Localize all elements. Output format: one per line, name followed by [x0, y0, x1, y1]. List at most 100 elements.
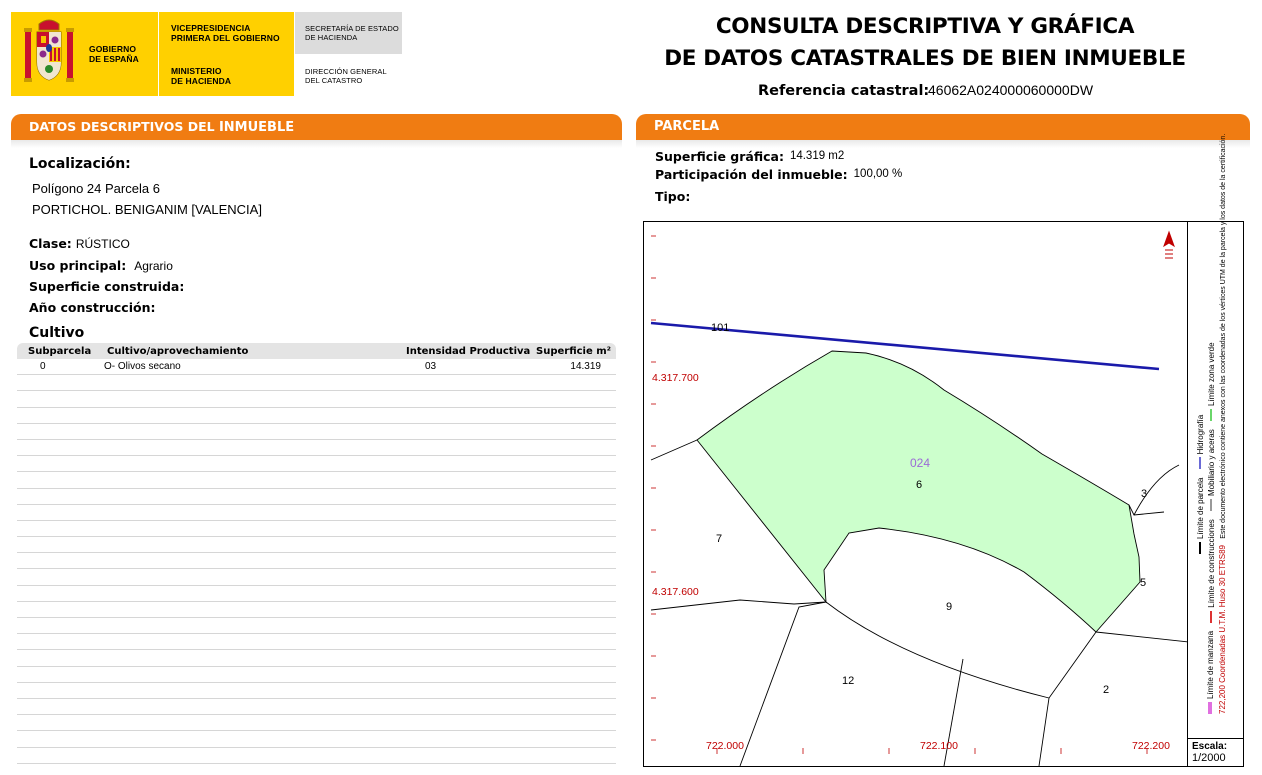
parcel-label-3: 3	[1141, 488, 1148, 500]
sec-line-2: DE HACIENDA	[305, 33, 358, 42]
field-uso-principal: Uso principal: Agrario	[29, 257, 173, 275]
parcel-label-6: 6	[916, 479, 923, 491]
table-row-empty	[17, 553, 616, 570]
ministry-line-1: MINISTERIO	[171, 66, 222, 76]
location-line-1: Polígono 24 Parcela 6	[32, 181, 160, 196]
section-bar-datos-descriptivos: DATOS DESCRIPTIVOS DEL INMUEBLE	[11, 114, 622, 140]
field-tipo: Tipo:	[655, 188, 690, 206]
parcel-label-12: 12	[842, 675, 855, 687]
participacion-label: Participación del inmueble:	[655, 167, 848, 182]
bar-title-part-b: INMUEBLE	[218, 120, 295, 135]
legend-item-manzana: Límite de manzana	[1205, 631, 1216, 714]
uso-value: Agrario	[134, 259, 173, 273]
map-legend: Límite de parcela Hidrografía Límite de …	[1193, 134, 1239, 714]
bar-shadow	[636, 140, 1250, 148]
vicepresidency-name: VICEPRESIDENCIA PRIMERA DEL GOBIERNO	[171, 23, 280, 43]
table-row-empty	[17, 440, 616, 457]
parcel-label-2: 2	[1103, 684, 1110, 696]
table-row-empty	[17, 683, 616, 699]
scale-label: Escala:	[1192, 741, 1228, 752]
cadastral-reference: Referencia catastral: 46062A024000060000…	[758, 82, 1093, 99]
cell-intensidad: 03	[425, 361, 437, 372]
table-row-empty	[17, 650, 616, 667]
bar-title-parcela: PARCELA	[654, 119, 720, 134]
directorate-name: DIRECCIÓN GENERAL DEL CATASTRO	[305, 67, 387, 85]
table-row-empty	[17, 456, 616, 473]
scale-value: 1/2000	[1192, 752, 1226, 764]
table-row-empty	[17, 472, 616, 489]
cultivo-table: Subparcela Cultivo/aprovechamiento Inten…	[17, 343, 616, 775]
clase-value: RÚSTICO	[75, 237, 130, 251]
table-row-empty	[17, 391, 616, 408]
cell-cultivo: O- Olivos secano	[104, 361, 181, 372]
table-row-empty	[17, 699, 616, 716]
parcel-label-9: 9	[946, 601, 953, 613]
legend-construcciones-text: Límite de construcciones	[1206, 519, 1216, 608]
ref-label: Referencia catastral:	[758, 83, 930, 99]
bar-title-part-a: DATOS DESCRIPTIVOS DEL	[29, 119, 219, 134]
logo-separator	[158, 12, 159, 96]
cell-subparcela: 0	[40, 361, 46, 372]
table-row-empty	[17, 748, 616, 764]
ministry-name: MINISTERIO DE HACIENDA	[171, 66, 231, 86]
scale-box: Escala: 1/2000	[1188, 738, 1243, 766]
document-title: CONSULTA DESCRIPTIVA Y GRÁFICA DE DATOS …	[615, 11, 1235, 75]
legend-row-2: Límite de manzana Límite de construccion…	[1204, 336, 1217, 714]
table-row-empty	[17, 667, 616, 683]
coord-y-4317600: 4.317.600	[652, 586, 699, 598]
legend-item-zona-verde: Límite zona verde	[1206, 342, 1217, 422]
table-row-empty	[17, 569, 616, 586]
table-row-empty	[17, 424, 616, 440]
table-row-empty	[17, 537, 616, 554]
gov-line-2: DE ESPAÑA	[89, 54, 139, 64]
location-line-2: PORTICHOL. BENIGANIM [VALENCIA]	[32, 202, 262, 217]
table-row-empty	[17, 375, 616, 392]
dg-line-2: DEL CATASTRO	[305, 76, 363, 85]
ref-value: 46062A024000060000DW	[928, 82, 1094, 98]
table-row-empty	[17, 586, 616, 602]
table-row-empty	[17, 489, 616, 505]
tipo-label: Tipo:	[655, 189, 691, 204]
ano-construccion-label: Año construcción:	[29, 300, 156, 315]
clase-label: Clase:	[29, 236, 72, 251]
gov-line-1: GOBIERNO	[89, 44, 137, 54]
table-row-empty	[17, 618, 616, 635]
gobierno-logo-block: GOBIERNO DE ESPAÑA VICEPRESIDENCIA PRIME…	[11, 12, 402, 96]
participacion-value: 100,00 %	[853, 168, 903, 180]
cultivo-table-header: Subparcela Cultivo/aprovechamiento Inten…	[17, 343, 616, 359]
field-clase: Clase: RÚSTICO	[29, 235, 130, 253]
vice-line-2: PRIMERA DEL GOBIERNO	[171, 33, 280, 43]
legend-zona-verde-text: Límite zona verde	[1206, 342, 1216, 407]
legend-divider	[1187, 222, 1188, 766]
legend-manzana-text: Límite de manzana	[1205, 630, 1215, 699]
coord-x-722100: 722.100	[920, 740, 958, 752]
field-participacion: Participación del inmueble: 100,00 %	[655, 166, 902, 184]
sec-line-1: SECRETARÍA DE ESTADO	[305, 24, 399, 33]
superficie-construida-label: Superficie construida:	[29, 279, 185, 294]
table-row-empty	[17, 521, 616, 538]
coat-of-arms-icon	[24, 19, 74, 82]
table-row-empty	[17, 731, 616, 748]
field-ano-construccion: Año construcción:	[29, 299, 155, 317]
parcel-label-101: 101	[711, 322, 730, 334]
bar-shadow	[11, 140, 622, 148]
legend-utm-text: 722,200 Coordenadas U.T.M. Huso 30 ETRS8…	[1218, 545, 1227, 714]
parcel-label-5: 5	[1140, 577, 1147, 589]
parcel-6-shape	[696, 350, 1141, 633]
cadastral-map: 101 024 6 3 7 5 9 12 2 4.317.700 4.317.6…	[643, 134, 1244, 767]
north-arrow-icon	[1163, 230, 1175, 259]
table-row-empty	[17, 505, 616, 521]
dg-line-1: DIRECCIÓN GENERAL	[305, 67, 387, 76]
government-name: GOBIERNO DE ESPAÑA	[89, 44, 139, 64]
location-label: Localización:	[29, 156, 131, 172]
superficie-grafica-label: Superficie gráfica:	[655, 149, 784, 164]
table-row-empty	[17, 408, 616, 424]
field-superficie-construida: Superficie construida:	[29, 278, 184, 296]
legend-row-3: 722,200 Coordenadas U.T.M. Huso 30 ETRS8…	[1217, 134, 1229, 714]
uso-label: Uso principal:	[29, 258, 127, 273]
title-line-1: CONSULTA DESCRIPTIVA Y GRÁFICA	[715, 14, 1135, 39]
table-row-empty	[17, 602, 616, 618]
cultivo-table-body: 0 O- Olivos secano 03 14.319	[17, 359, 616, 775]
cell-superficie: 14.319	[570, 361, 601, 372]
secretariat-name: SECRETARÍA DE ESTADO DE HACIENDA	[305, 24, 399, 42]
